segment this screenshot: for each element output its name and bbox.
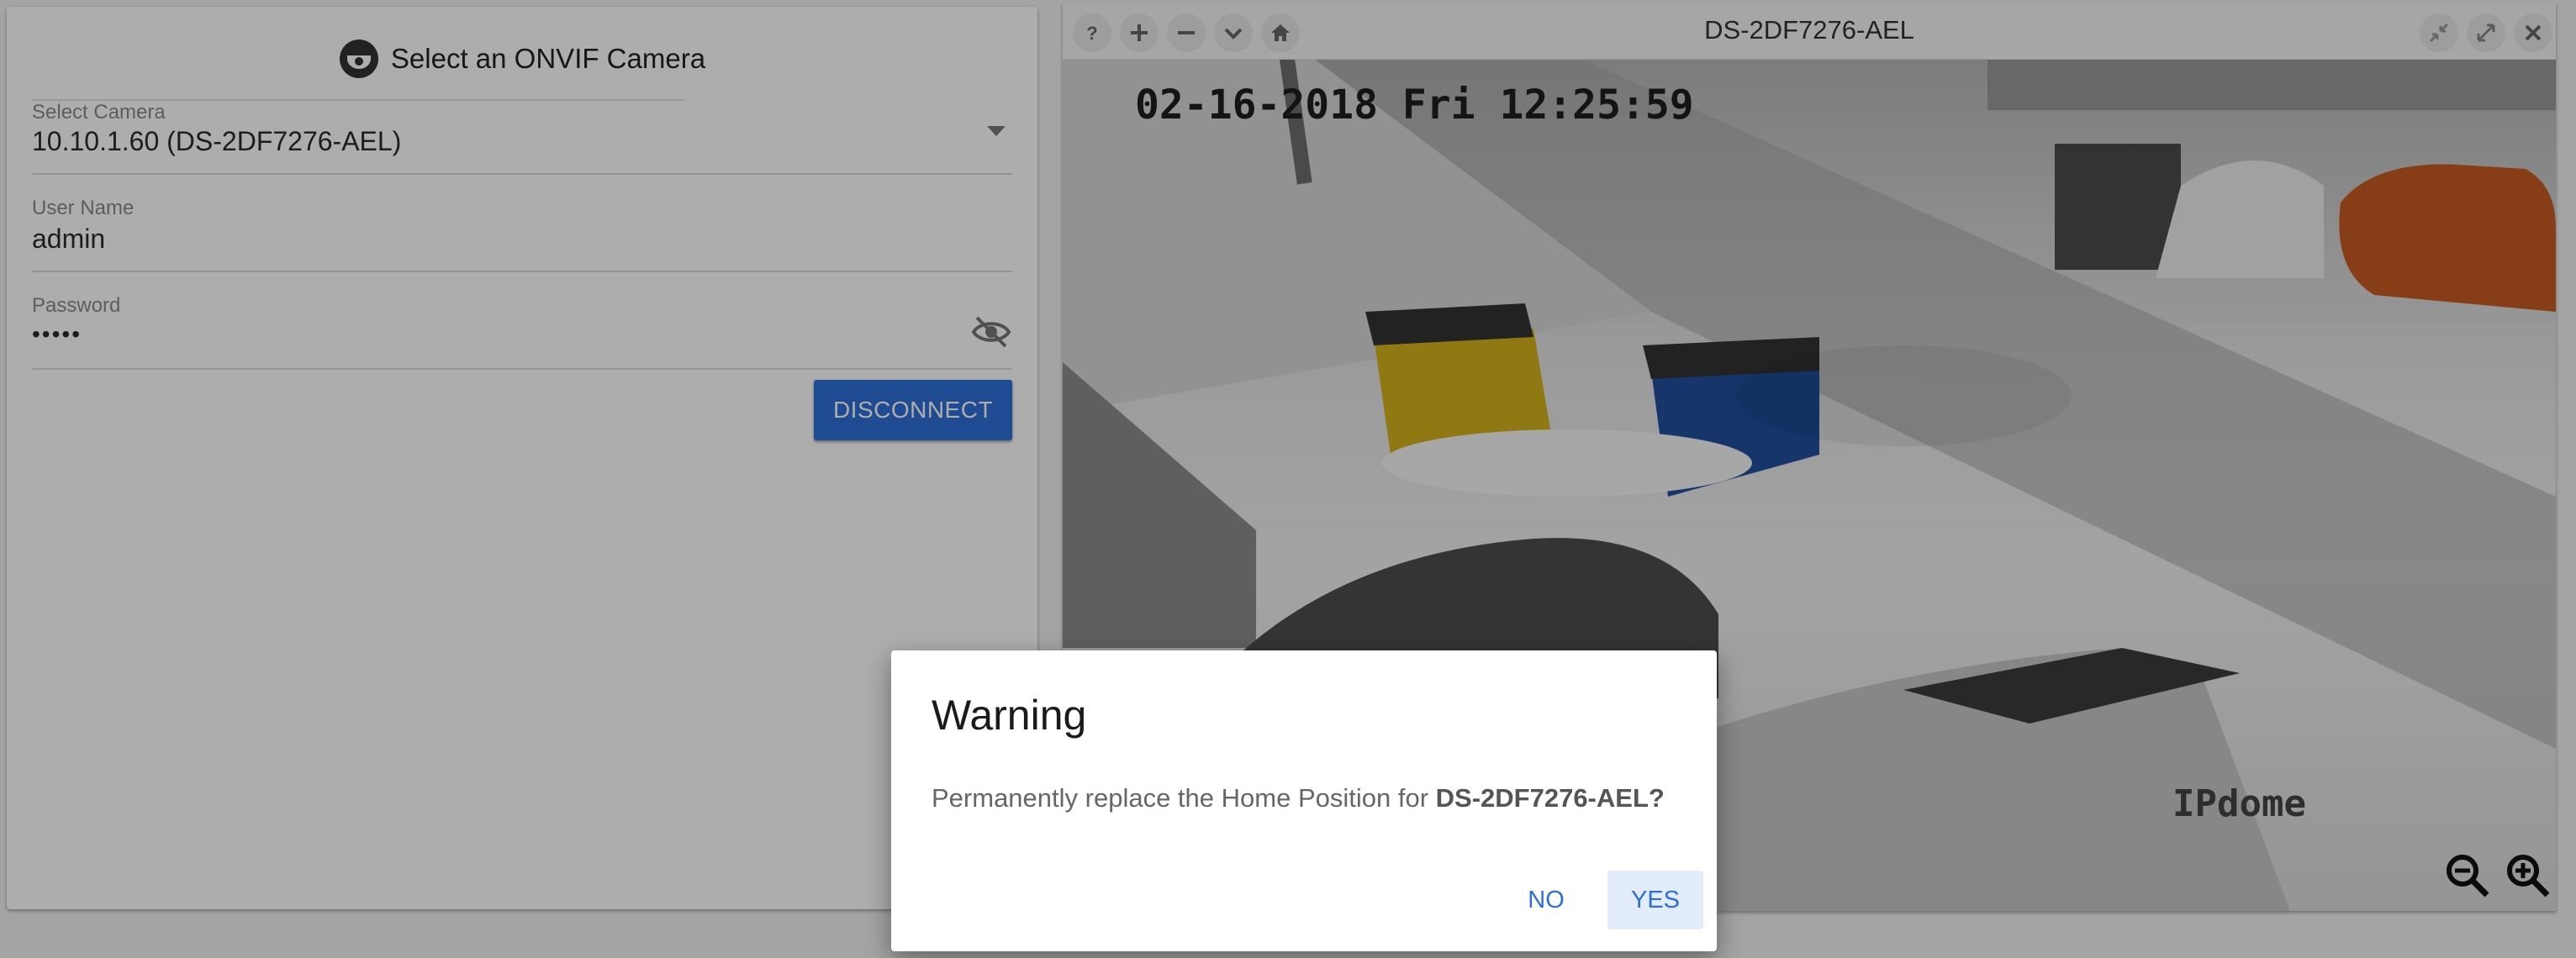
dialog-title: Warning	[932, 692, 1087, 739]
no-button[interactable]: NO	[1508, 871, 1584, 929]
warning-dialog: Warning Permanently replace the Home Pos…	[891, 650, 1717, 951]
yes-button[interactable]: YES	[1607, 871, 1703, 929]
dialog-message-prefix: Permanently replace the Home Position fo…	[932, 783, 1436, 813]
dialog-message-target: DS-2DF7276-AEL?	[1435, 783, 1665, 813]
dialog-message: Permanently replace the Home Position fo…	[932, 783, 1665, 813]
